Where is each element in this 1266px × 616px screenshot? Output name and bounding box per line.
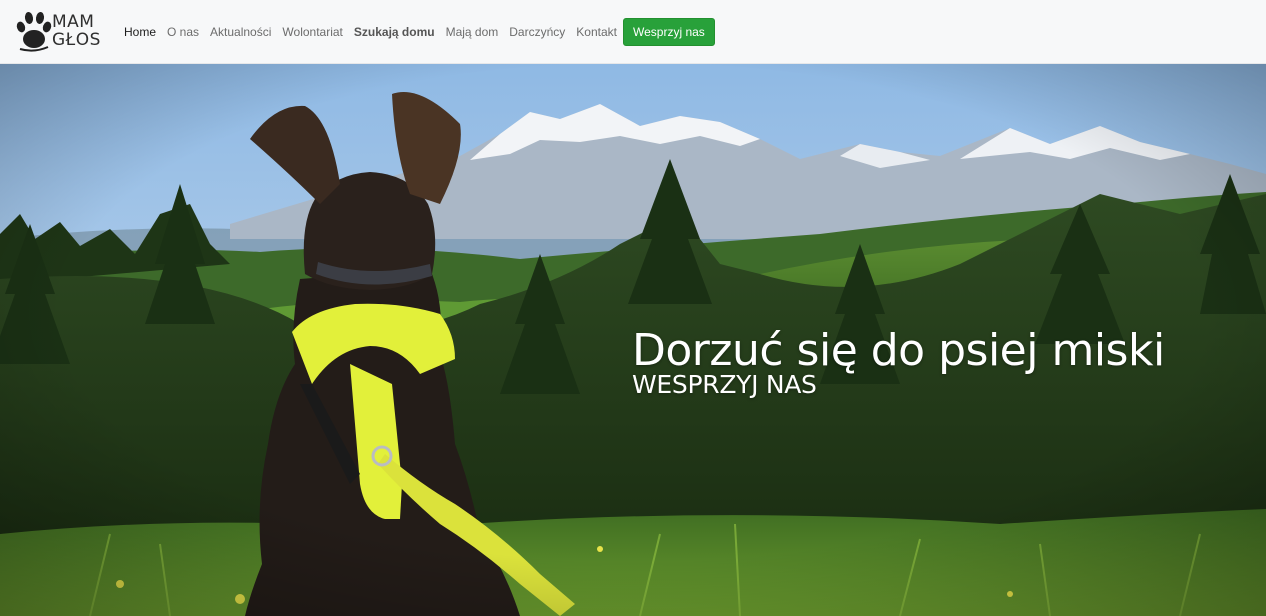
brand-name: MAM GŁOS	[52, 13, 101, 49]
brand-name-line1: MAM	[52, 12, 95, 32]
brand-name-line2: GŁOS	[52, 30, 101, 50]
hero-cta-link[interactable]: WESPRZYJ NAS	[632, 370, 817, 399]
nav-home[interactable]: Home	[124, 25, 156, 39]
nav-szukaja-domu[interactable]: Szukają domu	[354, 25, 435, 39]
hero-title: Dorzuć się do psiej miski	[632, 325, 1165, 377]
support-button[interactable]: Wesprzyj nas	[622, 18, 715, 46]
nav-maja-dom[interactable]: Mają dom	[446, 25, 499, 39]
hero-banner: Dorzuć się do psiej miski WESPRZYJ NAS	[0, 64, 1266, 616]
navbar: MAM GŁOS Home O nas Aktualności Wolontar…	[0, 0, 1266, 64]
nav-kontakt[interactable]: Kontakt	[576, 25, 617, 39]
main-nav: Home O nas Aktualności Wolontariat Szuka…	[124, 0, 715, 64]
logo[interactable]: MAM GŁOS	[14, 9, 104, 55]
nav-darczyncy[interactable]: Darczyńcy	[509, 25, 565, 39]
paw-icon	[16, 12, 52, 52]
nav-wolontariat[interactable]: Wolontariat	[282, 25, 342, 39]
nav-aktualnosci[interactable]: Aktualności	[210, 25, 271, 39]
nav-o-nas[interactable]: O nas	[167, 25, 199, 39]
